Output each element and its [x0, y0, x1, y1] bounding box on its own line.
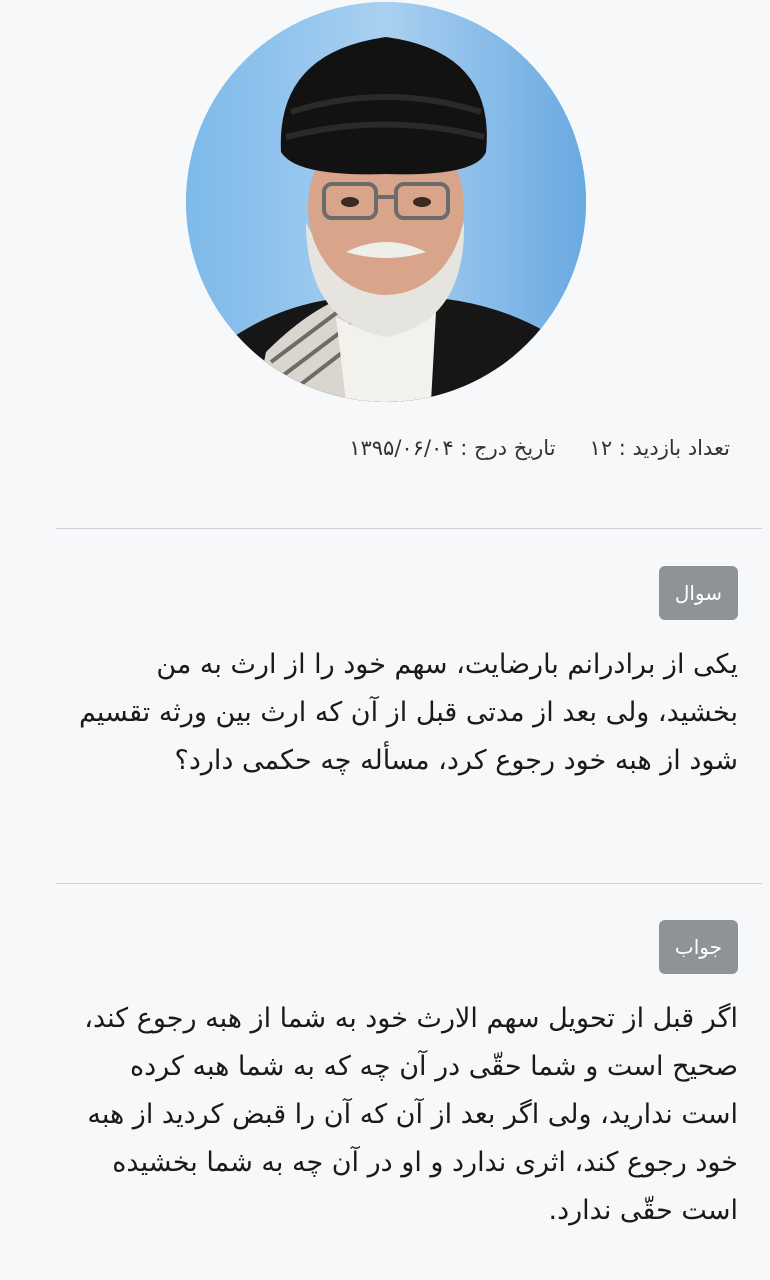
portrait-illustration	[186, 2, 586, 402]
divider	[56, 883, 762, 884]
post-meta: تعداد بازدید : ۱۲ تاریخ درج : ۱۳۹۵/۰۶/۰۴	[349, 436, 730, 460]
divider	[56, 528, 762, 529]
answer-text: اگر قبل از تحویل سهم الارث خود به شما از…	[84, 1003, 738, 1226]
publish-date: تاریخ درج : ۱۳۹۵/۰۶/۰۴	[349, 436, 556, 460]
visit-count: تعداد بازدید : ۱۲	[589, 436, 730, 460]
answer-badge: جواب	[658, 920, 738, 974]
portrait-image	[186, 2, 586, 402]
question-text: یکی از برادرانم بارضایت، سهم خود را از ا…	[78, 649, 738, 776]
page: تعداد بازدید : ۱۲ تاریخ درج : ۱۳۹۵/۰۶/۰۴…	[0, 0, 770, 1280]
question-badge: سوال	[658, 566, 738, 620]
